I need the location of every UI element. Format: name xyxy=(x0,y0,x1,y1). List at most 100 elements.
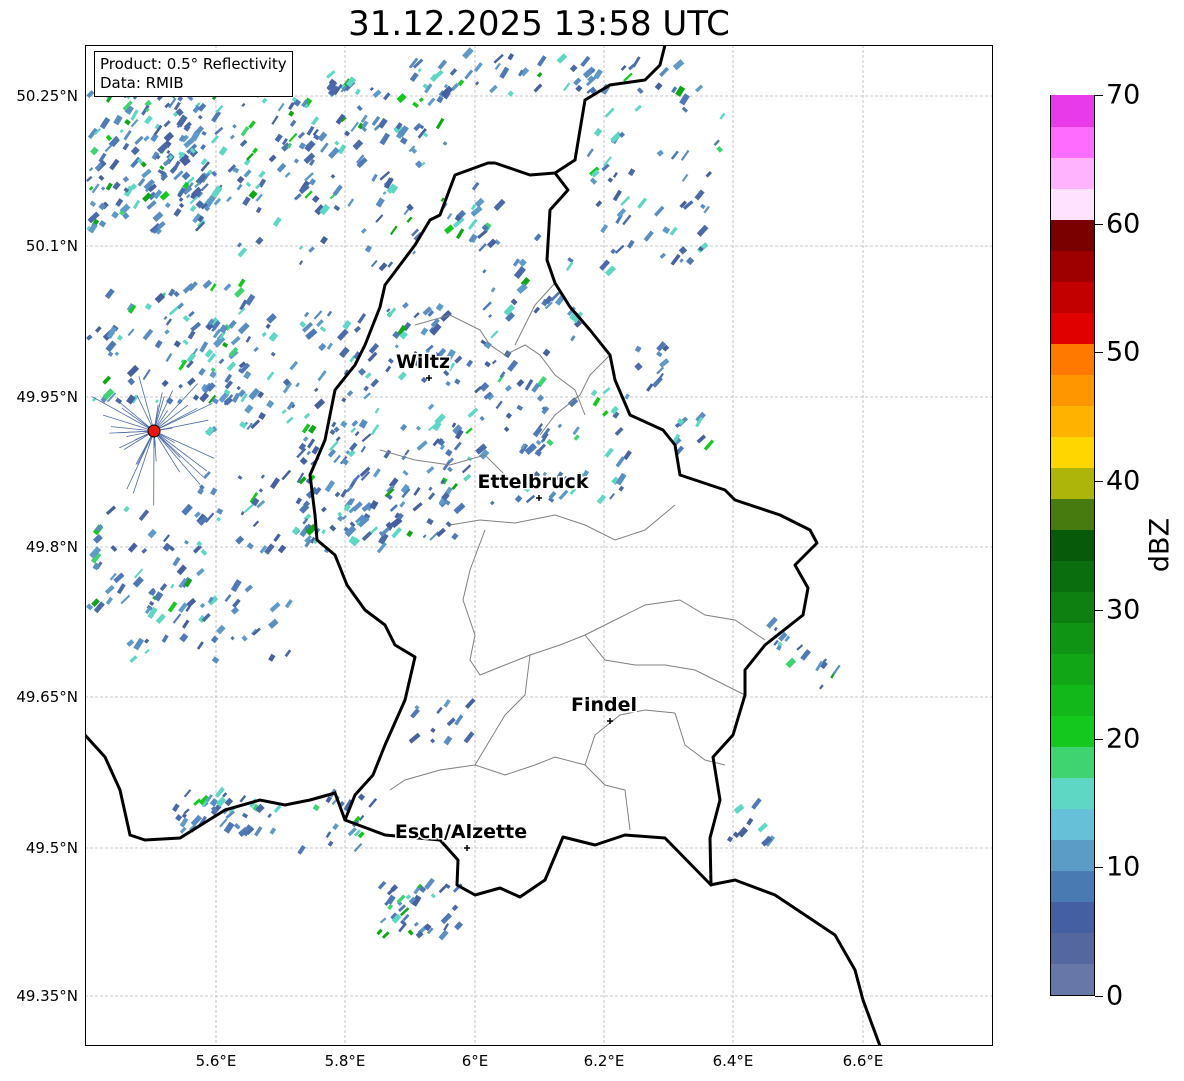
echo-cell xyxy=(325,795,333,804)
echo-cell xyxy=(573,77,582,86)
echo-cell xyxy=(390,225,398,236)
echo-cell xyxy=(495,400,503,410)
echo-cell xyxy=(303,412,311,420)
echo-cell xyxy=(464,69,474,80)
echo-cell xyxy=(507,359,519,372)
echo-cell xyxy=(493,198,506,211)
echo-cell xyxy=(536,71,543,78)
echo-cell xyxy=(623,72,633,82)
echo-cell xyxy=(104,584,115,595)
echo-cell xyxy=(370,424,380,436)
city-label: Ettelbruck xyxy=(478,471,589,493)
echo-cell xyxy=(609,492,616,500)
echo-cell xyxy=(406,216,413,223)
city-markers: Wiltz Ettelbruck Findel Esch/Alzette xyxy=(393,350,639,851)
echo-cell xyxy=(199,341,209,353)
echo-cell xyxy=(211,656,220,664)
echo-cell xyxy=(462,47,474,60)
echo-cell xyxy=(572,426,580,436)
echo-cell xyxy=(105,182,113,191)
echo-cell xyxy=(445,448,453,457)
echo-cell xyxy=(226,196,232,203)
canton-boundary xyxy=(584,634,746,696)
echo-cell xyxy=(656,351,663,358)
echo-cell xyxy=(304,311,310,318)
echo-cell xyxy=(187,377,196,386)
echo-cell xyxy=(302,436,309,442)
colorbar-segment xyxy=(1051,343,1094,375)
echo-cell xyxy=(266,313,277,324)
echo-cell xyxy=(413,921,419,927)
echo-cell xyxy=(317,370,327,382)
echo-cell xyxy=(819,684,824,690)
colorbar-segment xyxy=(1051,591,1094,623)
echo-cell xyxy=(580,55,591,68)
radar-map[interactable]: Wiltz Ettelbruck Findel Esch/Alzette xyxy=(85,45,993,1046)
echo-cell xyxy=(132,199,141,210)
echo-cell xyxy=(360,445,367,453)
echo-cell xyxy=(170,583,175,589)
echo-cell xyxy=(659,252,666,259)
echo-cell xyxy=(796,644,804,651)
echo-cell xyxy=(536,394,545,402)
echo-cell xyxy=(340,420,348,428)
colorbar-tick xyxy=(1095,352,1103,354)
echo-cell xyxy=(361,433,372,443)
echo-cell xyxy=(88,167,94,172)
echo-cell xyxy=(418,97,424,103)
colorbar-tick xyxy=(1095,738,1103,740)
echo-cell xyxy=(532,426,543,438)
echo-cell xyxy=(141,548,148,554)
colorbar-tick xyxy=(1095,223,1103,225)
echo-cell xyxy=(479,382,490,392)
echo-cell xyxy=(148,600,155,606)
echo-cell xyxy=(430,893,436,899)
map-frame xyxy=(85,45,993,1046)
echo-cell xyxy=(248,387,261,401)
colorbar-segment xyxy=(1051,715,1094,747)
echo-cell xyxy=(274,133,283,143)
echo-cell xyxy=(182,339,189,346)
echo-cell xyxy=(632,56,641,68)
echo-cell xyxy=(387,357,394,364)
echo-cell xyxy=(514,494,523,503)
echo-cell xyxy=(255,206,262,214)
clutter-ray xyxy=(119,401,155,432)
canton-boundary xyxy=(679,599,766,641)
map-canvas: Wiltz Ettelbruck Findel Esch/Alzette xyxy=(85,45,993,1046)
echo-cell xyxy=(335,436,341,442)
product-label: Product: 0.5° Reflectivity xyxy=(100,55,287,73)
echo-cell xyxy=(159,583,168,592)
echo-cell xyxy=(260,474,266,479)
echo-cell xyxy=(627,239,635,249)
echo-cell xyxy=(321,529,326,535)
echo-cell xyxy=(126,364,140,378)
echo-cell xyxy=(104,288,115,300)
echo-cell xyxy=(198,367,206,376)
echo-cell xyxy=(291,526,300,535)
echo-cell xyxy=(412,101,419,109)
echo-cell xyxy=(216,507,224,515)
echo-cell xyxy=(176,564,187,576)
echo-cell xyxy=(593,127,603,137)
colorbar-tick-label: 50 xyxy=(1106,336,1141,368)
lat-label: 49.35°N xyxy=(16,987,78,1005)
colorbar-segment xyxy=(1051,374,1094,406)
echo-cell xyxy=(222,341,229,348)
echo-cell xyxy=(200,183,209,192)
echo-cell xyxy=(482,269,487,274)
echo-cell xyxy=(261,97,268,104)
colorbar-tick-label: 40 xyxy=(1106,465,1141,497)
echo-cell xyxy=(86,334,93,341)
echo-cell xyxy=(230,335,241,346)
echo-cell xyxy=(428,486,433,492)
echo-cell xyxy=(372,468,381,478)
echo-cell xyxy=(258,488,264,493)
echo-cell xyxy=(413,487,421,496)
echo-cell xyxy=(387,903,394,911)
lon-label: 5.8°E xyxy=(324,1052,366,1070)
echo-cell xyxy=(696,242,709,254)
echo-cell xyxy=(612,189,622,202)
echo-cell xyxy=(226,361,237,372)
echo-cell xyxy=(85,175,93,182)
